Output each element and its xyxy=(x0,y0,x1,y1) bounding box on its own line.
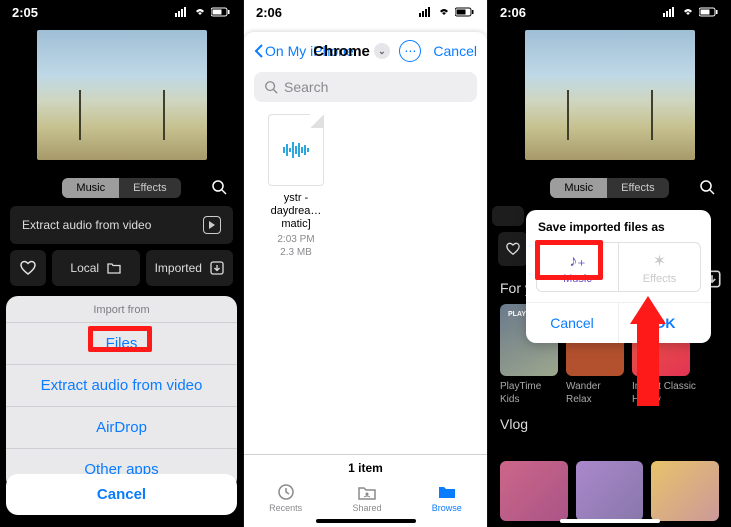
local-button[interactable]: Local xyxy=(52,250,140,286)
source-row xyxy=(498,232,528,266)
more-button[interactable]: ⋯ xyxy=(399,40,421,62)
tab-effects[interactable]: Effects xyxy=(607,178,668,198)
folder-icon xyxy=(107,261,121,275)
vlog-thumb[interactable] xyxy=(651,461,719,521)
home-indicator[interactable] xyxy=(316,519,416,523)
card-caption: InShot Classic Happy xyxy=(632,380,719,406)
status-bar: 2:05 xyxy=(0,0,243,24)
audio-file-icon xyxy=(268,114,324,186)
play-icon xyxy=(203,216,221,234)
search-icon xyxy=(264,80,278,94)
status-icons xyxy=(175,7,231,17)
audio-type-tabs: Music Effects xyxy=(488,178,731,198)
clock-icon xyxy=(276,483,296,501)
files-footer: 1 item Recents Shared Browse xyxy=(244,454,487,527)
import-icon xyxy=(210,261,224,275)
folder-title[interactable]: Chrome ⌄ xyxy=(310,43,394,60)
sheet-item-airdrop[interactable]: AirDrop xyxy=(6,406,237,448)
panel-files-picker: 2:06 On My iPhone Chrome ⌄ ⋯ Cancel Sear… xyxy=(243,0,487,527)
import-action-sheet: Import from Files Extract audio from vid… xyxy=(6,296,237,490)
search-icon[interactable] xyxy=(211,179,227,198)
favorites-button[interactable] xyxy=(10,250,46,286)
save-as-dialog: Save imported files as ♪₊ Music ✶ Effect… xyxy=(526,210,711,343)
search-field[interactable]: Search xyxy=(254,72,477,102)
option-music[interactable]: ♪₊ Music xyxy=(537,243,618,291)
shared-folder-icon xyxy=(357,483,377,501)
cancel-button[interactable]: Cancel xyxy=(433,43,477,59)
clock: 2:06 xyxy=(256,5,282,20)
vlog-thumb[interactable] xyxy=(576,461,644,521)
vlog-row[interactable] xyxy=(488,461,731,521)
video-preview xyxy=(525,30,695,160)
files-sheet: On My iPhone Chrome ⌄ ⋯ Cancel Search xyxy=(244,32,487,527)
item-count: 1 item xyxy=(244,461,487,475)
source-row: Local Imported xyxy=(10,250,233,286)
extract-audio-row[interactable]: Extract audio from video xyxy=(492,206,524,226)
files-navbar: On My iPhone Chrome ⌄ ⋯ Cancel xyxy=(244,32,487,68)
panel-save-dialog: 2:06 Music Effects Extract audio from vi… xyxy=(487,0,731,527)
dialog-ok-button[interactable]: OK xyxy=(618,303,711,343)
tab-shared[interactable]: Shared xyxy=(352,483,381,513)
video-preview xyxy=(37,30,207,160)
chevron-left-icon xyxy=(254,44,263,58)
tab-music[interactable]: Music xyxy=(550,178,607,198)
favorites-button[interactable] xyxy=(498,232,528,266)
dialog-title: Save imported files as xyxy=(536,220,701,242)
vlog-heading: Vlog xyxy=(500,416,719,432)
tab-music[interactable]: Music xyxy=(62,178,119,198)
status-icons xyxy=(663,7,719,17)
vlog-thumb[interactable] xyxy=(500,461,568,521)
music-note-icon: ♪₊ xyxy=(537,251,618,271)
tab-browse[interactable]: Browse xyxy=(432,483,462,513)
search-icon[interactable] xyxy=(699,179,715,198)
card-caption: Wander Relax xyxy=(566,380,624,406)
option-effects[interactable]: ✶ Effects xyxy=(618,243,700,291)
extract-audio-label: Extract audio from video xyxy=(22,218,151,232)
imported-button[interactable]: Imported xyxy=(146,250,234,286)
clock: 2:05 xyxy=(12,5,38,20)
dialog-cancel-button[interactable]: Cancel xyxy=(526,303,618,343)
status-icons xyxy=(419,7,475,17)
tab-effects[interactable]: Effects xyxy=(119,178,180,198)
status-bar: 2:06 xyxy=(244,0,487,24)
sheet-item-files[interactable]: Files xyxy=(6,322,237,364)
status-bar: 2:06 xyxy=(488,0,731,24)
file-size: 2.3 MB xyxy=(258,247,334,258)
chevron-down-icon: ⌄ xyxy=(374,43,390,59)
sparkle-icon: ✶ xyxy=(619,251,700,271)
card-caption: PlayTime Kids xyxy=(500,380,558,406)
audio-type-tabs: Music Effects xyxy=(0,178,243,198)
file-time: 2:03 PM xyxy=(258,234,334,245)
folder-icon xyxy=(437,483,457,501)
clock: 2:06 xyxy=(500,5,526,20)
tab-recents[interactable]: Recents xyxy=(269,483,302,513)
sheet-title: Import from xyxy=(6,296,237,322)
panel-music-import: 2:05 Music Effects Extract audio from vi… xyxy=(0,0,243,527)
files-tabbar: Recents Shared Browse xyxy=(244,483,487,513)
home-indicator[interactable] xyxy=(560,519,660,523)
file-name: ystr -daydrea…matic] xyxy=(258,192,334,232)
file-item[interactable]: ystr -daydrea…matic] 2:03 PM 2.3 MB xyxy=(258,114,334,258)
extract-audio-row[interactable]: Extract audio from video xyxy=(10,206,233,244)
sheet-item-extract[interactable]: Extract audio from video xyxy=(6,364,237,406)
